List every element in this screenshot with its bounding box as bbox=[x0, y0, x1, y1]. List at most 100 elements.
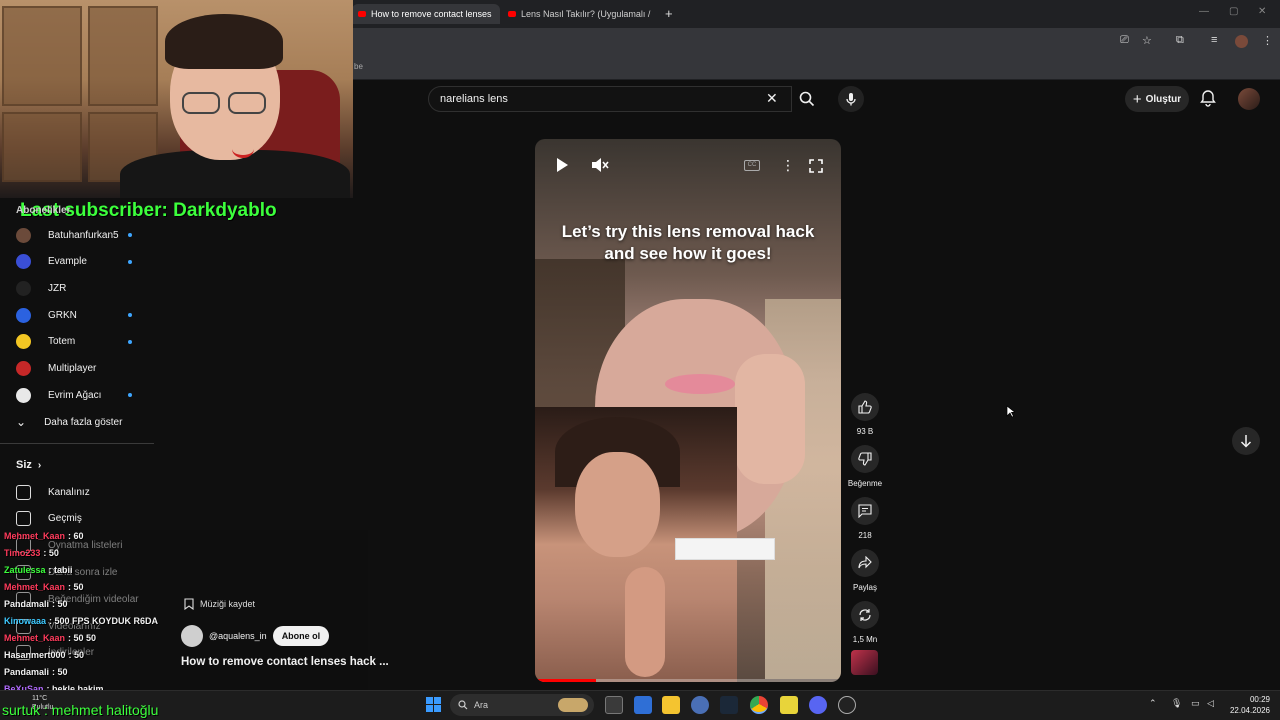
chat-text: : 60 bbox=[68, 531, 84, 541]
tab-how-to-remove-contact-lenses[interactable]: How to remove contact lenses ✕ bbox=[352, 4, 500, 24]
sidebar-item-subscription[interactable]: Evrim Ağacı bbox=[16, 382, 101, 408]
steam-icon[interactable] bbox=[720, 696, 738, 714]
bell-icon bbox=[1200, 90, 1216, 107]
new-tab-button[interactable]: + bbox=[665, 6, 673, 21]
bookmark-star-icon[interactable]: ☆ bbox=[1142, 34, 1152, 47]
play-button[interactable] bbox=[555, 157, 569, 176]
glasses-lens bbox=[228, 92, 266, 114]
more-options-icon[interactable]: ⋮ bbox=[781, 157, 795, 174]
share-button[interactable] bbox=[851, 549, 879, 577]
profile-avatar-icon[interactable] bbox=[1235, 35, 1248, 48]
video-sticker bbox=[675, 538, 775, 560]
chat-text: : 50 bbox=[52, 599, 68, 609]
captions-icon[interactable]: CC bbox=[744, 160, 760, 171]
dislike-label: Beğenme bbox=[847, 479, 883, 488]
show-more-button[interactable]: ⌄ Daha fazla göster bbox=[16, 409, 122, 435]
new-content-dot bbox=[128, 393, 132, 398]
sidebar-item-channel[interactable]: Kanalınız bbox=[16, 479, 90, 505]
remix-count: 1,5 Mn bbox=[852, 635, 878, 644]
sidebar-item-label: Multiplayer bbox=[48, 363, 97, 374]
remix-button[interactable] bbox=[851, 601, 879, 629]
you-section-header[interactable]: Siz › bbox=[16, 452, 41, 478]
history-icon bbox=[16, 511, 31, 527]
taskbar-clock[interactable]: 00:29 22.04.2026 bbox=[1222, 694, 1270, 716]
comments-button[interactable] bbox=[851, 497, 879, 525]
headset-cable bbox=[232, 140, 254, 158]
channel-avatar[interactable] bbox=[181, 625, 203, 647]
short-title[interactable]: How to remove contact lenses hack ... bbox=[181, 656, 389, 668]
search-button[interactable] bbox=[792, 86, 822, 112]
channel-avatar bbox=[16, 361, 31, 376]
sidebar-item-label: Evample bbox=[48, 256, 87, 268]
fullscreen-button[interactable] bbox=[809, 159, 823, 178]
media-controls-icon[interactable]: ≡ bbox=[1211, 34, 1217, 46]
file-explorer-icon[interactable] bbox=[662, 696, 680, 714]
mute-button[interactable] bbox=[591, 157, 609, 176]
cabinet-door bbox=[88, 6, 158, 106]
sidebar-item-subscription[interactable]: GRKN bbox=[16, 302, 77, 328]
save-music-label: Müziği kaydet bbox=[200, 599, 256, 609]
chat-text: : 50 bbox=[52, 667, 68, 677]
youtube-favicon-icon bbox=[508, 11, 516, 17]
task-view-icon[interactable] bbox=[605, 696, 623, 714]
chevron-right-icon: › bbox=[37, 459, 42, 471]
short-video-player[interactable]: Let’s try this lens removal hack and see… bbox=[535, 139, 841, 682]
chrome-icon[interactable] bbox=[750, 696, 768, 714]
channel-name[interactable]: @aqualens_in bbox=[209, 631, 267, 641]
tab-lens-nasil-takilir[interactable]: Lens Nasıl Takılır? (Uygulamalı / ✕ bbox=[502, 4, 658, 24]
comment-icon bbox=[858, 504, 872, 518]
notifications-button[interactable] bbox=[1200, 89, 1216, 112]
share-icon bbox=[858, 556, 872, 569]
sound-thumbnail[interactable] bbox=[851, 650, 878, 675]
obs-icon[interactable] bbox=[691, 696, 709, 714]
video-progress-track[interactable] bbox=[535, 679, 841, 682]
create-button[interactable]: + Oluştur bbox=[1125, 86, 1189, 112]
discord-icon[interactable] bbox=[809, 696, 827, 714]
microphone-icon[interactable]: 🎙︎ bbox=[1171, 698, 1182, 709]
minimize-button[interactable]: — bbox=[1199, 6, 1209, 17]
close-window-button[interactable]: ✕ bbox=[1258, 6, 1266, 17]
new-content-dot bbox=[128, 313, 132, 318]
save-music-button[interactable]: Müziği kaydet bbox=[184, 598, 255, 610]
sidebar-item-subscription[interactable]: Totem bbox=[16, 329, 75, 355]
arrow-down-icon bbox=[1240, 435, 1252, 448]
voice-search-button[interactable] bbox=[838, 86, 864, 112]
tab-label: How to remove contact lenses bbox=[371, 9, 492, 19]
chat-username: Zatulessa bbox=[4, 565, 46, 575]
chat-text: : 50 bbox=[68, 650, 85, 660]
chat-text: : 500 FPS KOYDUK R6DA bbox=[49, 616, 159, 626]
youtube-favicon-icon bbox=[358, 11, 366, 17]
sidebar-item-subscription[interactable]: Batuhanfurkan5 bbox=[16, 222, 119, 248]
start-button[interactable] bbox=[426, 697, 441, 717]
browser-menu-icon[interactable]: ⋮ bbox=[1262, 34, 1273, 47]
sidebar-item-history[interactable]: Geçmiş bbox=[16, 506, 82, 532]
plus-icon: + bbox=[1132, 90, 1142, 108]
tab-label: Lens Nasıl Takılır? (Uygulamalı / bbox=[521, 9, 651, 19]
subscriptions-heading: Abonelikler bbox=[16, 205, 71, 216]
calculator-icon[interactable] bbox=[634, 696, 652, 714]
channel-avatar bbox=[16, 254, 31, 270]
maximize-button[interactable]: ▢ bbox=[1229, 6, 1238, 17]
volume-icon[interactable]: ◁ bbox=[1207, 698, 1214, 709]
show-more-label: Daha fazla göster bbox=[44, 416, 123, 428]
extensions-icon[interactable]: ⧉ bbox=[1176, 34, 1184, 47]
sidebar-item-subscription[interactable]: JZR bbox=[16, 275, 66, 301]
chevron-up-icon[interactable]: ⌃ bbox=[1149, 698, 1157, 709]
account-avatar[interactable] bbox=[1238, 88, 1260, 110]
taskbar-search-placeholder: Ara bbox=[474, 700, 489, 710]
sidebar-item-subscription[interactable]: Multiplayer bbox=[16, 356, 96, 382]
taskbar-search[interactable]: Ara bbox=[450, 694, 594, 716]
bookmark-item[interactable]: be bbox=[354, 62, 363, 71]
cast-icon[interactable]: ⎚ bbox=[1120, 34, 1129, 47]
subscribe-button[interactable]: Abone ol bbox=[272, 626, 330, 646]
sticky-notes-icon[interactable] bbox=[780, 696, 798, 714]
sidebar-item-subscription[interactable]: Evample bbox=[16, 249, 87, 275]
dislike-button[interactable] bbox=[851, 445, 879, 473]
clear-search-icon[interactable]: ✕ bbox=[766, 90, 778, 107]
like-button[interactable] bbox=[851, 393, 879, 421]
next-short-button[interactable] bbox=[1232, 427, 1260, 455]
search-input[interactable]: narelians lens bbox=[428, 86, 792, 112]
new-content-dot bbox=[128, 339, 132, 344]
app-icon[interactable] bbox=[838, 696, 856, 714]
network-icon[interactable]: ▭ bbox=[1191, 698, 1200, 709]
